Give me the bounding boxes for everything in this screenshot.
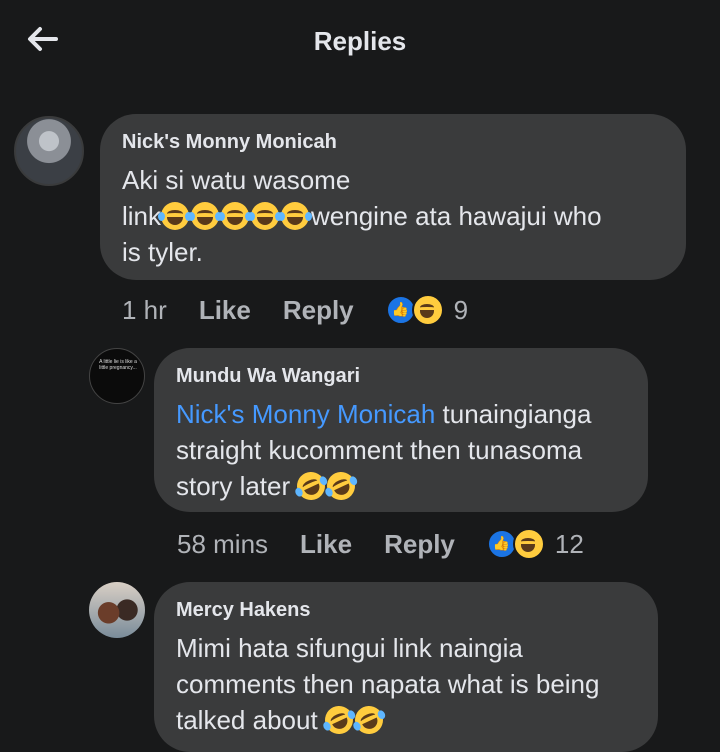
page-title: Replies (313, 26, 407, 56)
rolling-on-the-floor-laughing-icon (320, 701, 358, 739)
comment-actions: 1 hr Like Reply 9 (122, 290, 468, 330)
comment-bubble: Nick's Monny Monicah Aki si watu wasome … (100, 114, 686, 280)
timestamp[interactable]: 1 hr (122, 295, 167, 326)
rolling-on-the-floor-laughing-icon (322, 467, 360, 505)
avatar[interactable]: A little lie is like a little pregnancy.… (89, 348, 145, 404)
reply-button[interactable]: Reply (283, 295, 354, 326)
reactions-summary[interactable]: 12 (486, 528, 584, 560)
face-with-tears-of-joy-icon (218, 202, 253, 230)
reactions-summary[interactable]: 9 (385, 294, 469, 326)
top-bar: Replies (0, 0, 720, 84)
face-with-tears-of-joy-icon (188, 202, 223, 230)
reaction-count: 12 (554, 528, 584, 559)
comment-text: Aki si watu wasome link wengine ata hawaj… (122, 165, 602, 267)
face-with-tears-of-joy-icon (158, 202, 193, 230)
face-with-tears-of-joy-icon (248, 202, 283, 230)
haha-reaction-icon (512, 528, 545, 560)
avatar[interactable] (89, 582, 145, 638)
comment-text: Mimi hata sifungui link naingia comments… (176, 630, 636, 739)
comment-text: Nick's Monny Monicah tunaingianga straig… (176, 396, 626, 505)
comment-bubble: Mercy Hakens Mimi hata sifungui link nai… (154, 582, 658, 752)
comment-bubble: Mundu Wa Wangari Nick's Monny Monicah tu… (154, 348, 648, 512)
comment-actions: 58 mins Like Reply 12 (177, 524, 584, 564)
comment-author[interactable]: Mundu Wa Wangari (176, 366, 626, 386)
haha-reaction-icon (411, 294, 444, 326)
mention-link[interactable]: Nick's Monny Monicah (176, 399, 435, 429)
comment-author[interactable]: Mercy Hakens (176, 600, 636, 620)
reply-button[interactable]: Reply (384, 529, 455, 560)
timestamp[interactable]: 58 mins (177, 529, 268, 560)
avatar[interactable] (14, 116, 84, 186)
rolling-on-the-floor-laughing-icon (292, 467, 330, 505)
like-button[interactable]: Like (199, 295, 251, 326)
like-button[interactable]: Like (300, 529, 352, 560)
face-with-tears-of-joy-icon (278, 202, 313, 230)
rolling-on-the-floor-laughing-icon (350, 701, 388, 739)
reaction-count: 9 (453, 294, 469, 325)
comment-author[interactable]: Nick's Monny Monicah (122, 132, 664, 152)
avatar-quote-image: A little lie is like a little pregnancy.… (99, 359, 137, 371)
